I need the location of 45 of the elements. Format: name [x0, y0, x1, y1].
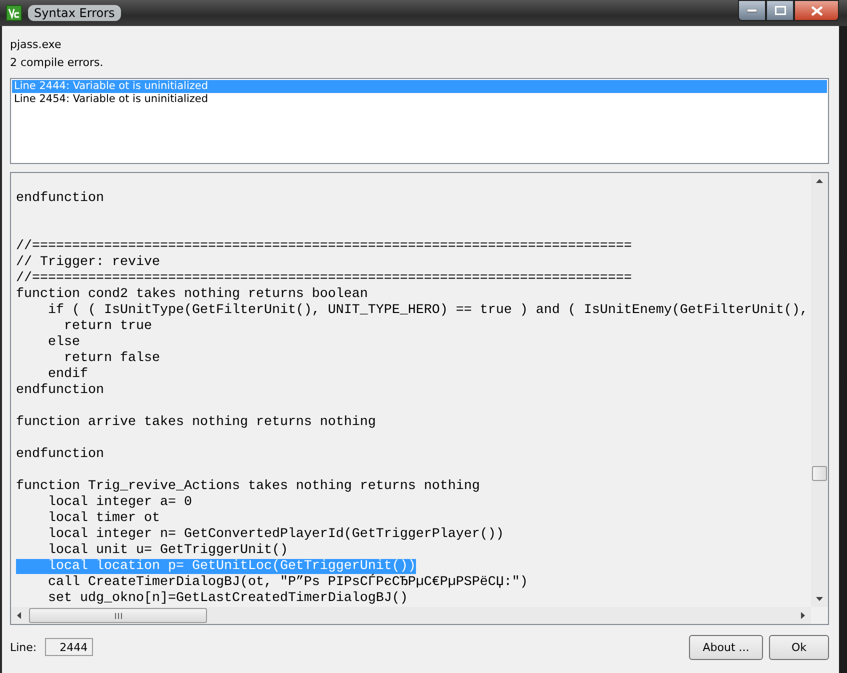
- line-field[interactable]: 2444: [44, 638, 93, 656]
- code-line: local unit u= GetTriggerUnit(): [46, 543, 288, 558]
- code-line: if ( ( IsUnitType(GetFilterUnit(), UNIT_TYPE_HERO) == true ) and ( IsUnitEnemy(GetFilterUnit(),: [46, 303, 808, 318]
- code-line: local timer ot: [46, 511, 160, 526]
- close-icon: [810, 6, 822, 16]
- error-item[interactable]: Line 2454: Variable ot is uninitialized: [12, 93, 827, 106]
- error-summary: 2 compile errors.: [10, 56, 104, 71]
- code-line: set udg_okno[n]=GetLastCreatedTimerDialogBJ(): [46, 591, 408, 606]
- code-line: return true: [62, 319, 152, 334]
- minimize-button[interactable]: [738, 0, 766, 21]
- dialog-button[interactable]: About ...: [689, 634, 763, 660]
- scrollbar-thumb[interactable]: [812, 466, 827, 481]
- code-line: endfunction: [16, 447, 104, 462]
- close-button[interactable]: [794, 0, 839, 21]
- grip-icon: [114, 612, 122, 618]
- scroll-down-icon[interactable]: [816, 597, 823, 601]
- code-line: local integer a= 0: [46, 495, 192, 510]
- horizontal-scrollbar[interactable]: [11, 607, 828, 624]
- app-icon: [6, 5, 22, 21]
- tool-name: pjass.exe: [10, 38, 62, 53]
- code-line: call CreateTimerDialogBJ(ot, "Р”Рѕ РІРѕСЃРєСЂРµС€РµРЅРёСЏ:"): [46, 575, 528, 590]
- dialog-button[interactable]: Ok: [769, 634, 829, 660]
- maximize-icon: [774, 6, 786, 15]
- minimize-icon: [747, 8, 757, 12]
- code-line: local integer n= GetConvertedPlayerId(GetTriggerPlayer()): [46, 527, 504, 542]
- scrollbar-thumb[interactable]: [29, 608, 207, 623]
- code-line: //===========================================================================: [16, 271, 632, 286]
- scrollbar-corner: [811, 607, 828, 624]
- scroll-left-icon[interactable]: [17, 612, 21, 619]
- code-line: else: [46, 335, 80, 350]
- code-line: function cond2 takes nothing returns boolean: [16, 287, 368, 302]
- maximize-button[interactable]: [766, 0, 794, 21]
- vertical-scrollbar[interactable]: [811, 173, 828, 607]
- code-line: function arrive takes nothing returns nothing: [16, 415, 376, 430]
- scroll-right-icon[interactable]: [801, 612, 805, 619]
- code-line: endfunction: [16, 191, 104, 206]
- code-line: endfunction: [16, 383, 104, 398]
- code-line: return false: [62, 351, 160, 366]
- line-label: Line:: [10, 640, 37, 654]
- code-line: function Trig_revive_Actions takes nothing returns nothing: [16, 479, 480, 494]
- window-title: Syntax Errors: [28, 5, 121, 21]
- scroll-up-icon[interactable]: [816, 179, 823, 183]
- code-line: //===========================================================================: [16, 239, 632, 254]
- code-line: endif: [46, 367, 88, 382]
- code-line: // Trigger: revive: [16, 255, 160, 270]
